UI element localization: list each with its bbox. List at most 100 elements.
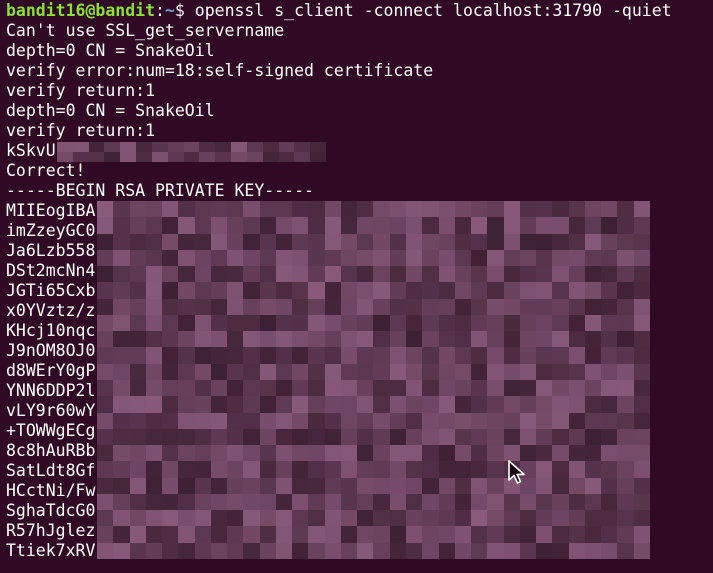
- redaction-pixel: [568, 428, 585, 446]
- redaction-pixel: [324, 461, 341, 478]
- redaction-pixel: [194, 526, 211, 543]
- redaction-pixel: [617, 217, 634, 234]
- redaction-pixel: [438, 233, 455, 250]
- redaction-pixel: [617, 477, 634, 494]
- redaction-pixel: [406, 445, 423, 462]
- redaction-pixel: [88, 152, 105, 162]
- redaction-pixel: [519, 217, 537, 234]
- redaction-pixel: [633, 233, 650, 250]
- redaction-pixel: [633, 526, 650, 543]
- redaction-pixel: [275, 445, 293, 462]
- redaction-pixel: [601, 428, 618, 446]
- redaction-pixel: [324, 363, 341, 380]
- redaction-pixel: [373, 347, 390, 364]
- redaction-pixel: [178, 249, 195, 267]
- redaction-pixel: [357, 412, 374, 429]
- redaction-pixel: [454, 266, 472, 283]
- redaction-pixel: [210, 314, 228, 332]
- redaction-pixel: [340, 412, 358, 429]
- redaction-pixel: [113, 396, 130, 413]
- redaction-pixel: [72, 152, 89, 162]
- redaction-pixel: [389, 493, 407, 511]
- redaction-pixel: [584, 347, 602, 364]
- redaction-pixel: [471, 201, 488, 218]
- redaction-pixel: [406, 266, 423, 283]
- redaction-pixel: [227, 347, 244, 364]
- redaction-pixel: [389, 428, 407, 446]
- redaction-pixel: [487, 314, 504, 332]
- redaction-pixel: [552, 201, 569, 218]
- redaction-pixel: [422, 201, 439, 218]
- redaction-pixel: [471, 363, 488, 380]
- redaction-pixel: [194, 298, 211, 315]
- redaction-pixel: [340, 510, 358, 527]
- prompt-user-host: bandit16@bandit: [6, 1, 156, 20]
- redaction-pixel: [113, 380, 130, 397]
- redaction-pixel: [438, 266, 455, 283]
- redaction-pixel: [340, 201, 358, 218]
- redaction-pixel: [536, 510, 553, 527]
- redaction-pixel: [487, 233, 504, 250]
- redaction-pixel: [72, 142, 89, 152]
- redaction-pixel: [454, 233, 472, 250]
- redaction-pixel: [340, 249, 358, 267]
- redaction-pixel: [194, 510, 211, 527]
- redaction-pixel: [97, 298, 114, 315]
- redaction-pixel: [324, 314, 341, 332]
- redaction-pixel: [275, 477, 293, 494]
- redaction-pixel: [340, 380, 358, 397]
- redaction-pixel: [584, 201, 602, 218]
- redaction-pixel: [199, 152, 216, 162]
- redaction-pixel: [519, 445, 537, 462]
- redaction-pixel: [178, 314, 195, 332]
- redaction-pixel: [584, 477, 602, 494]
- redaction-pixel: [308, 347, 325, 364]
- redaction-pixel: [308, 314, 325, 332]
- redaction-pixel: [151, 142, 168, 152]
- redaction-pixel: [422, 266, 439, 283]
- redaction-pixel: [275, 282, 293, 299]
- redaction-pixel: [389, 363, 407, 380]
- redaction-pixel: [243, 233, 260, 250]
- redaction-pixel: [275, 233, 293, 250]
- redaction-pixel: [552, 477, 569, 494]
- redaction-pixel: [438, 542, 455, 559]
- redaction-pixel: [454, 314, 472, 332]
- redaction-pixel: [536, 526, 553, 543]
- redaction-pixel: [113, 477, 130, 494]
- redaction-pixel: [227, 282, 244, 299]
- redaction-pixel: [373, 445, 390, 462]
- redaction-pixel: [536, 266, 553, 283]
- redaction-pixel: [633, 380, 650, 397]
- redaction-pixel: [503, 331, 520, 348]
- redaction-pixel: [278, 142, 295, 152]
- redaction-pixel: [422, 380, 439, 397]
- redaction-pixel: [519, 201, 537, 218]
- redaction-pixel: [617, 412, 634, 429]
- redaction-pixel: [210, 249, 228, 267]
- redaction-pixel: [194, 363, 211, 380]
- redaction-pixel: [178, 380, 195, 397]
- redaction-pixel: [178, 412, 195, 429]
- redaction-pixel: [162, 233, 179, 250]
- redaction-pixel: [210, 445, 228, 462]
- redaction-pixel: [227, 233, 244, 250]
- redaction-pixel: [438, 363, 455, 380]
- redaction-pixel: [97, 396, 114, 413]
- redaction-pixel: [97, 445, 114, 462]
- redaction-pixel: [568, 282, 585, 299]
- redaction-pixel: [389, 201, 407, 218]
- redaction-pixel: [243, 298, 260, 315]
- redaction-pixel: [389, 461, 407, 478]
- redaction-pixel: [97, 526, 114, 543]
- terminal-window[interactable]: bandit16@bandit:~$ openssl s_client -con…: [0, 0, 713, 573]
- redaction-pixel: [471, 298, 488, 315]
- redaction-pixel: [406, 298, 423, 315]
- redaction-pixel: [536, 347, 553, 364]
- redaction-pixel: [194, 542, 211, 559]
- redaction-pixel: [178, 363, 195, 380]
- redaction-pixel: [324, 445, 341, 462]
- redaction-pixel: [601, 233, 618, 250]
- redaction-pixel: [129, 347, 146, 364]
- redaction-pixel: [113, 314, 130, 332]
